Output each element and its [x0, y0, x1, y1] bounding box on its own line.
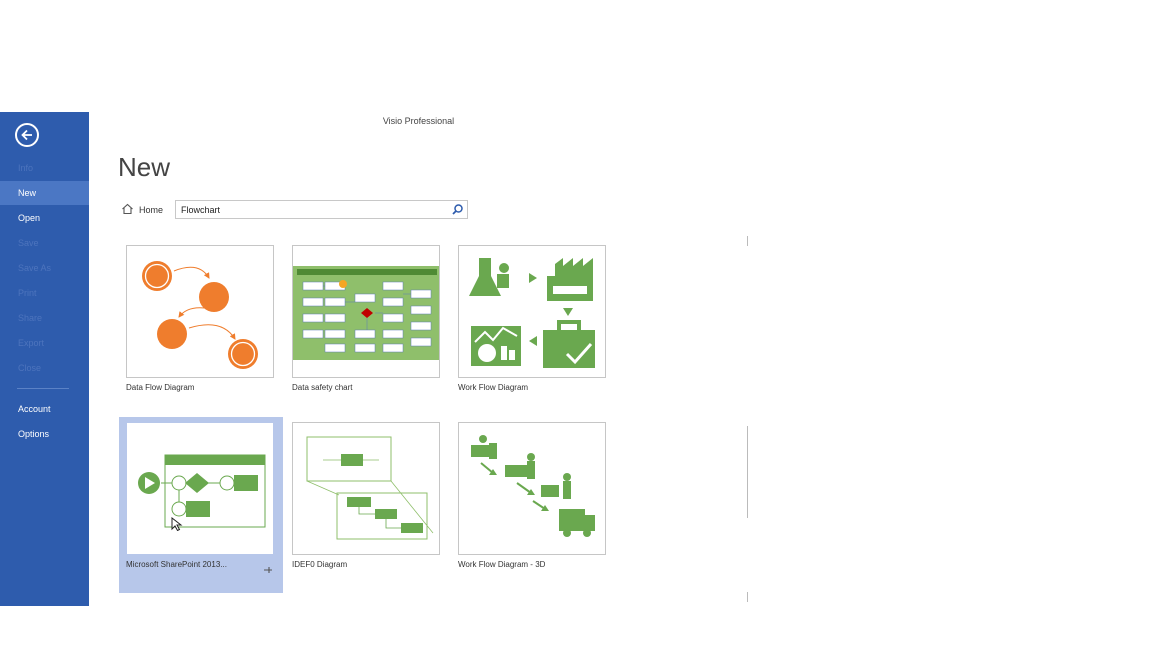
- template-thumbnail: [126, 245, 274, 378]
- sidebar-item-share[interactable]: Share: [0, 306, 89, 330]
- sidebar-item-save-as[interactable]: Save As: [0, 256, 89, 280]
- template-data-safety-chart[interactable]: Data safety chart: [285, 240, 449, 416]
- sidebar-item-options[interactable]: Options: [0, 422, 89, 446]
- template-thumbnail: [458, 245, 606, 378]
- template-label: IDEF0 Diagram: [292, 560, 348, 569]
- template-label: Work Flow Diagram - 3D: [458, 560, 546, 569]
- template-sharepoint-workflow[interactable]: Microsoft SharePoint 2013...: [119, 417, 283, 593]
- template-data-flow-diagram[interactable]: Data Flow Diagram: [119, 240, 283, 416]
- backstage-sidebar: Info New Open Save Save As Print Share E…: [0, 112, 89, 606]
- sidebar-item-save[interactable]: Save: [0, 231, 89, 255]
- template-work-flow-diagram-3d[interactable]: Work Flow Diagram - 3D: [451, 417, 615, 593]
- template-thumbnail: [292, 422, 440, 555]
- pin-icon[interactable]: [263, 565, 273, 575]
- scrollbar-tick: [747, 426, 748, 518]
- window-title: Visio Professional: [382, 116, 455, 126]
- sidebar-item-info[interactable]: Info: [0, 156, 89, 180]
- scrollbar-tick: [747, 236, 748, 246]
- template-search-input[interactable]: [181, 203, 441, 216]
- home-link-label: Home: [139, 205, 164, 215]
- template-work-flow-diagram[interactable]: Work Flow Diagram: [451, 240, 615, 416]
- home-icon: [122, 203, 133, 215]
- template-search-box: [175, 200, 468, 219]
- mouse-cursor-icon: [171, 517, 183, 531]
- back-arrow-icon[interactable]: [15, 123, 39, 147]
- template-thumbnail: [292, 245, 440, 378]
- sidebar-item-new[interactable]: New: [0, 181, 89, 205]
- template-label: Microsoft SharePoint 2013...: [126, 560, 227, 569]
- sidebar-item-export[interactable]: Export: [0, 331, 89, 355]
- sidebar-item-print[interactable]: Print: [0, 281, 89, 305]
- visio-backstage-window: Info New Open Save Save As Print Share E…: [0, 112, 748, 606]
- template-thumbnail: [126, 422, 274, 555]
- search-icon[interactable]: [451, 203, 464, 216]
- scrollbar-tick: [747, 592, 748, 602]
- template-label: Data safety chart: [292, 383, 353, 392]
- page-title: New: [118, 152, 171, 182]
- sidebar-divider: [17, 388, 69, 389]
- template-label: Data Flow Diagram: [126, 383, 195, 392]
- template-idef0-diagram[interactable]: IDEF0 Diagram: [285, 417, 449, 593]
- sidebar-item-close[interactable]: Close: [0, 356, 89, 380]
- sidebar-item-account[interactable]: Account: [0, 397, 89, 421]
- template-label: Work Flow Diagram: [458, 383, 529, 392]
- sidebar-item-open[interactable]: Open: [0, 206, 89, 230]
- template-thumbnail: [458, 422, 606, 555]
